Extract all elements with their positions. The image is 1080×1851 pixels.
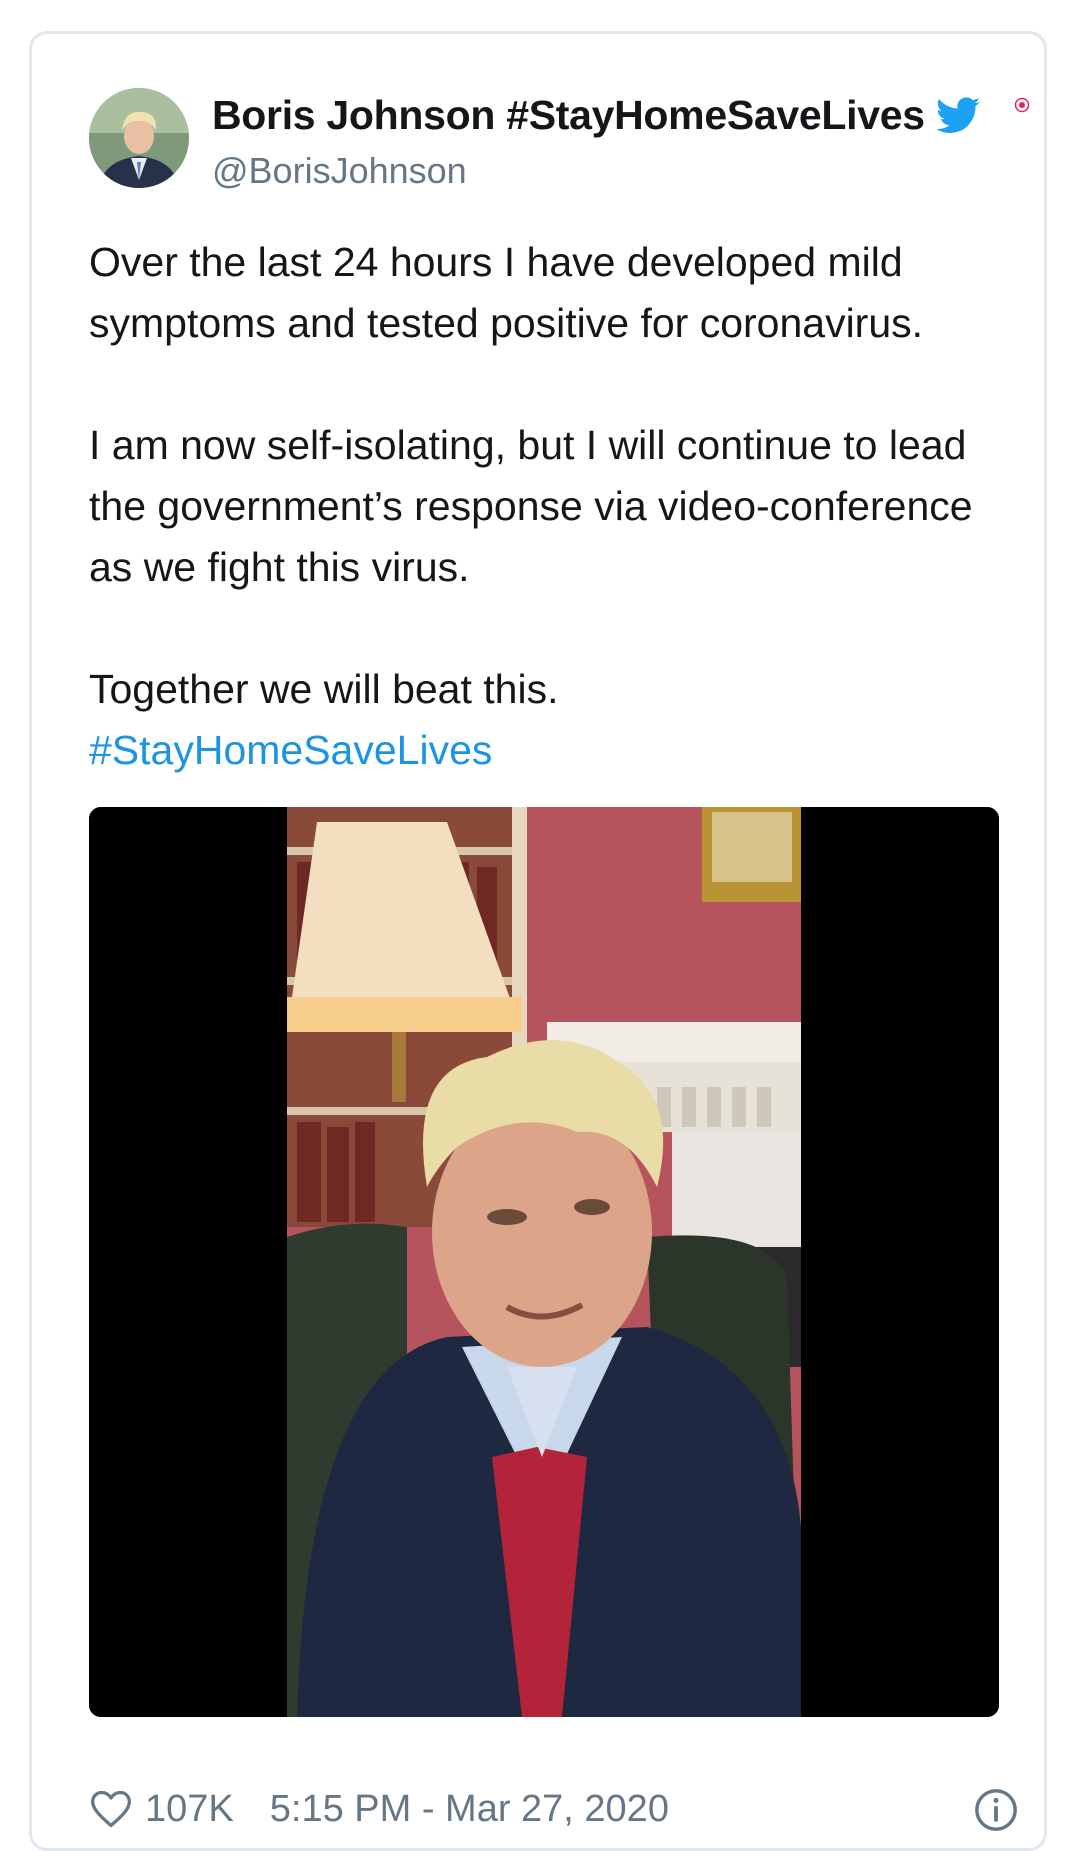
tweet-paragraph: Together we will beat this. — [89, 666, 559, 712]
tweet-text: Over the last 24 hours I have developed … — [89, 232, 1019, 781]
tweet-timestamp[interactable]: 5:15 PM - Mar 27, 2020 — [270, 1788, 669, 1831]
avatar-image — [89, 88, 189, 188]
info-icon[interactable] — [973, 1787, 1019, 1833]
tweet-paragraph: I am now self-isolating, but I will cont… — [89, 422, 973, 590]
status-dot-icon — [1014, 97, 1030, 113]
avatar[interactable] — [89, 88, 189, 188]
tweet-footer: 107K 5:15 PM - Mar 27, 2020 — [89, 1779, 1019, 1839]
tweet-paragraph: Over the last 24 hours I have developed … — [89, 239, 924, 346]
hashtag-link[interactable]: #StayHomeSaveLives — [89, 720, 1019, 781]
twitter-bird-icon — [935, 96, 983, 136]
video-frame — [89, 807, 999, 1717]
user-handle[interactable]: @BorisJohnson — [212, 150, 467, 192]
like-count[interactable]: 107K — [145, 1788, 234, 1831]
tweet-card[interactable]: Boris Johnson #StayHomeSaveLives @BorisJ… — [29, 31, 1047, 1851]
display-name[interactable]: Boris Johnson #StayHomeSaveLives — [212, 92, 925, 139]
video-player[interactable] — [89, 807, 999, 1717]
heart-icon[interactable] — [89, 1787, 133, 1831]
